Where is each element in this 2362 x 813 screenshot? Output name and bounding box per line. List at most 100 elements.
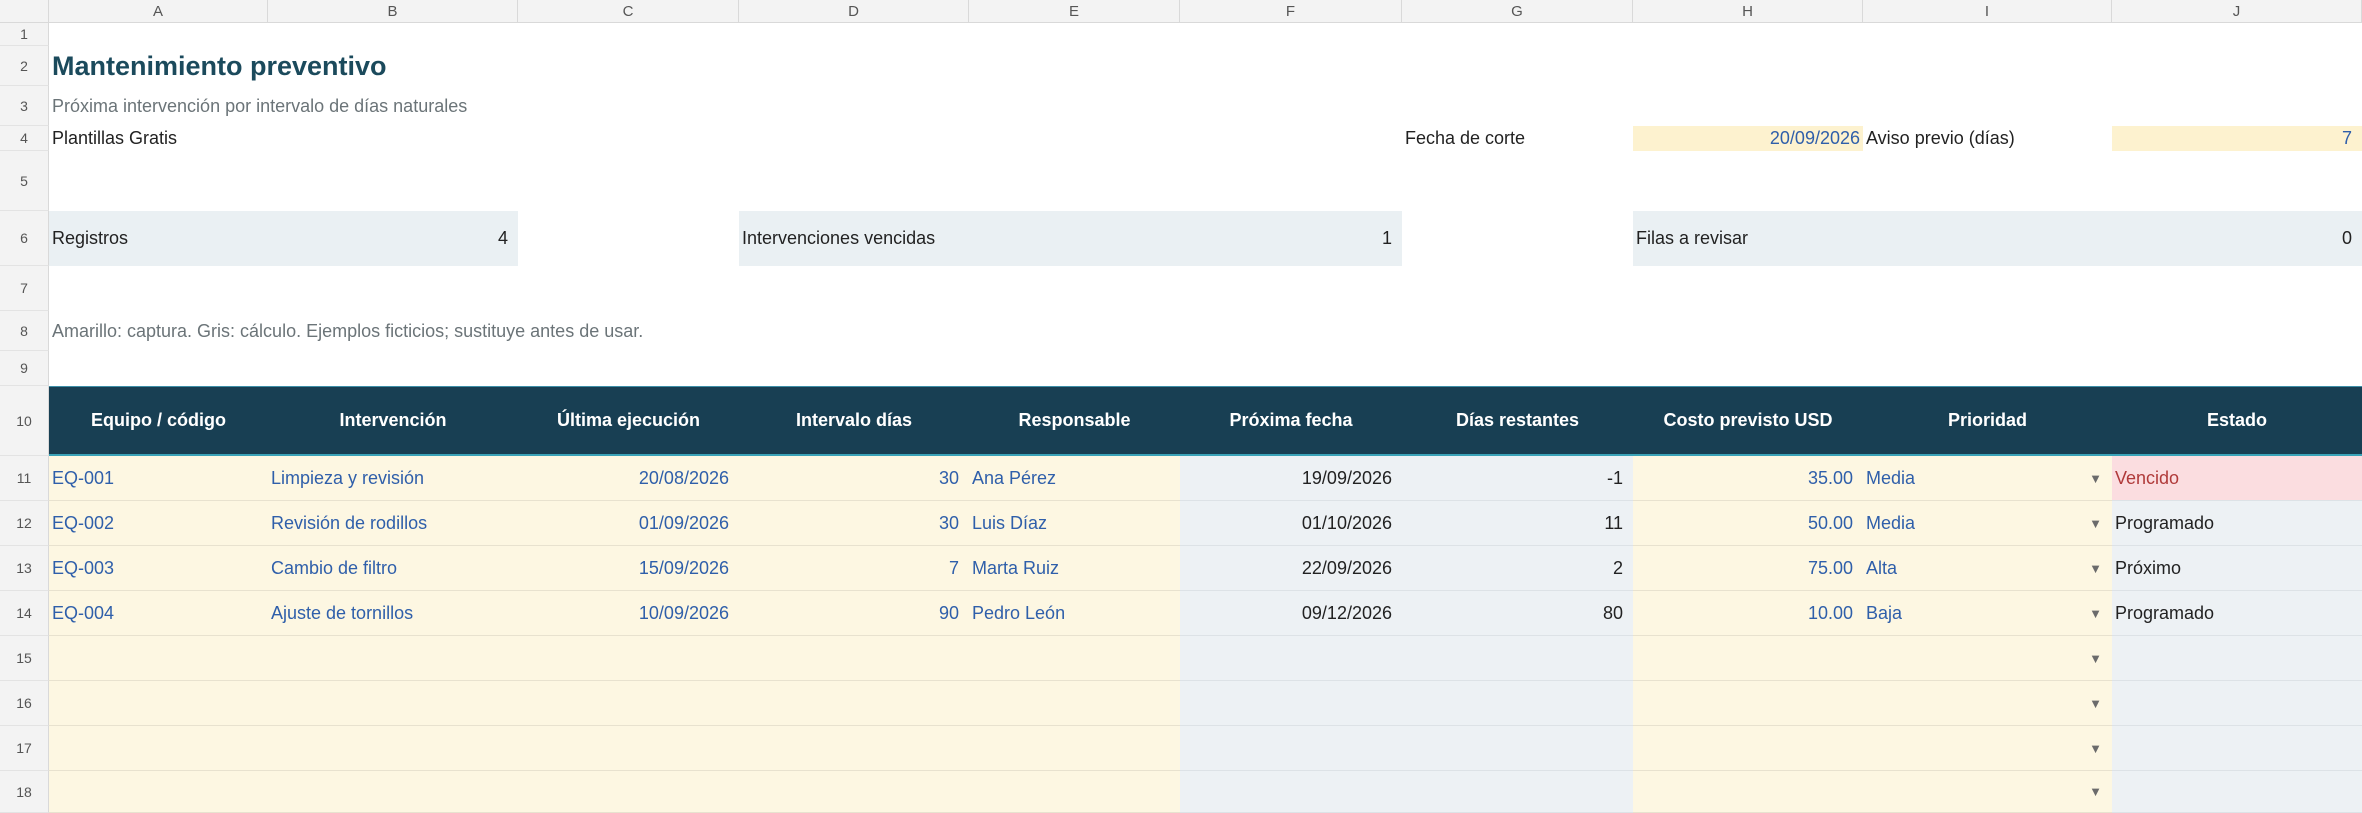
empty-cell-proxima[interactable] <box>1180 636 1402 681</box>
empty-cell-equipo[interactable] <box>49 726 268 771</box>
empty-cell-proxima[interactable] <box>1180 681 1402 726</box>
empty-cell-estado[interactable] <box>2112 726 2362 771</box>
row-header-3[interactable]: 3 <box>0 86 49 126</box>
column-header-i[interactable]: I <box>1863 0 2112 23</box>
column-header-a[interactable]: A <box>49 0 268 23</box>
cell-equipo[interactable]: EQ-002 <box>49 501 268 546</box>
row-header-12[interactable]: 12 <box>0 501 49 546</box>
empty-cell-ultima[interactable] <box>518 636 739 681</box>
row-header-5[interactable]: 5 <box>0 151 49 211</box>
row-header-6[interactable]: 6 <box>0 211 49 266</box>
empty-cell-estado[interactable] <box>2112 681 2362 726</box>
row-header-17[interactable]: 17 <box>0 726 49 771</box>
table-header-equipo[interactable]: Equipo / código <box>49 386 268 456</box>
dropdown-arrow-icon[interactable]: ▼ <box>2089 651 2102 666</box>
cell-proxima[interactable]: 09/12/2026 <box>1180 591 1402 636</box>
row-header-13[interactable]: 13 <box>0 546 49 591</box>
empty-cell-estado[interactable] <box>2112 636 2362 681</box>
empty-cell-equipo[interactable] <box>49 636 268 681</box>
row-header-4[interactable]: 4 <box>0 126 49 151</box>
cell-ultima[interactable]: 10/09/2026 <box>518 591 739 636</box>
table-header-responsable[interactable]: Responsable <box>969 386 1180 456</box>
cutoff-date-label[interactable]: Fecha de corte <box>1402 126 1633 151</box>
row-header-16[interactable]: 16 <box>0 681 49 726</box>
table-header-costo-previsto[interactable]: Costo previsto USD <box>1633 386 1863 456</box>
cell-equipo[interactable]: EQ-004 <box>49 591 268 636</box>
empty-cell-dias[interactable] <box>1402 726 1633 771</box>
column-header-g[interactable]: G <box>1402 0 1633 23</box>
empty-cell-costo[interactable] <box>1633 726 1863 771</box>
cell-proxima[interactable]: 01/10/2026 <box>1180 501 1402 546</box>
kpi-revisar-value[interactable]: 0 <box>2112 211 2362 266</box>
empty-cell-intervencion[interactable] <box>268 726 518 771</box>
dropdown-arrow-icon[interactable]: ▼ <box>2089 516 2102 531</box>
column-header-b[interactable]: B <box>268 0 518 23</box>
legend-note[interactable]: Amarillo: captura. Gris: cálculo. Ejempl… <box>49 311 1349 351</box>
cell-responsable[interactable]: Pedro León <box>969 591 1180 636</box>
empty-cell-dias[interactable] <box>1402 636 1633 681</box>
page-subtitle[interactable]: Próxima intervención por intervalo de dí… <box>49 86 1349 126</box>
empty-cell-costo[interactable] <box>1633 636 1863 681</box>
notice-days-input[interactable]: 7 <box>2112 126 2362 151</box>
dropdown-arrow-icon[interactable]: ▼ <box>2089 784 2102 799</box>
table-header-proxima-fecha[interactable]: Próxima fecha <box>1180 386 1402 456</box>
priority-select[interactable]: Alta ▼ <box>1863 546 2112 591</box>
empty-cell-intervalo[interactable] <box>739 726 969 771</box>
empty-cell-responsable[interactable] <box>969 726 1180 771</box>
cell-proxima[interactable]: 22/09/2026 <box>1180 546 1402 591</box>
empty-cell-equipo[interactable] <box>49 771 268 813</box>
cell-intervalo[interactable]: 30 <box>739 456 969 501</box>
cell-intervencion[interactable]: Ajuste de tornillos <box>268 591 518 636</box>
empty-cell-ultima[interactable] <box>518 681 739 726</box>
empty-cell-responsable[interactable] <box>969 636 1180 681</box>
cell-intervencion[interactable]: Cambio de filtro <box>268 546 518 591</box>
table-header-ultima-ejecucion[interactable]: Última ejecución <box>518 386 739 456</box>
cell-estado[interactable]: Programado <box>2112 591 2362 636</box>
row-header-1[interactable]: 1 <box>0 23 49 46</box>
dropdown-arrow-icon[interactable]: ▼ <box>2089 606 2102 621</box>
cell-estado[interactable]: Vencido <box>2112 456 2362 501</box>
cell-costo[interactable]: 50.00 <box>1633 501 1863 546</box>
cell-intervencion[interactable]: Limpieza y revisión <box>268 456 518 501</box>
cell-costo[interactable]: 10.00 <box>1633 591 1863 636</box>
cell-estado[interactable]: Programado <box>2112 501 2362 546</box>
empty-cell-ultima[interactable] <box>518 771 739 813</box>
empty-cell-intervencion[interactable] <box>268 681 518 726</box>
row-header-2[interactable]: 2 <box>0 46 49 86</box>
row-header-11[interactable]: 11 <box>0 456 49 501</box>
cell-intervalo[interactable]: 30 <box>739 501 969 546</box>
empty-cell-intervalo[interactable] <box>739 636 969 681</box>
dropdown-arrow-icon[interactable]: ▼ <box>2089 561 2102 576</box>
cell-costo[interactable]: 35.00 <box>1633 456 1863 501</box>
cell-intervalo[interactable]: 7 <box>739 546 969 591</box>
column-header-d[interactable]: D <box>739 0 969 23</box>
cell-intervalo[interactable]: 90 <box>739 591 969 636</box>
dropdown-arrow-icon[interactable]: ▼ <box>2089 741 2102 756</box>
empty-cell-intervalo[interactable] <box>739 681 969 726</box>
priority-select[interactable]: Media ▼ <box>1863 456 2112 501</box>
row-header-14[interactable]: 14 <box>0 591 49 636</box>
cell-responsable[interactable]: Luis Díaz <box>969 501 1180 546</box>
kpi-registros-value[interactable]: 4 <box>268 211 518 266</box>
select-all-corner[interactable] <box>0 0 49 23</box>
cell-responsable[interactable]: Marta Ruiz <box>969 546 1180 591</box>
empty-cell-estado[interactable] <box>2112 771 2362 813</box>
page-title[interactable]: Mantenimiento preventivo <box>49 46 1349 86</box>
notice-days-label[interactable]: Aviso previo (días) <box>1863 126 2112 151</box>
row-header-8[interactable]: 8 <box>0 311 49 351</box>
row-header-15[interactable]: 15 <box>0 636 49 681</box>
row-header-10[interactable]: 10 <box>0 386 49 456</box>
cell-dias[interactable]: -1 <box>1402 456 1633 501</box>
brand-label[interactable]: Plantillas Gratis <box>49 126 649 151</box>
cell-equipo[interactable]: EQ-003 <box>49 546 268 591</box>
dropdown-arrow-icon[interactable]: ▼ <box>2089 471 2102 486</box>
cell-equipo[interactable]: EQ-001 <box>49 456 268 501</box>
priority-select[interactable]: ▼ <box>1863 636 2112 681</box>
empty-cell-equipo[interactable] <box>49 681 268 726</box>
empty-cell-intervalo[interactable] <box>739 771 969 813</box>
column-header-j[interactable]: J <box>2112 0 2362 23</box>
empty-cell-responsable[interactable] <box>969 681 1180 726</box>
column-header-c[interactable]: C <box>518 0 739 23</box>
empty-cell-dias[interactable] <box>1402 681 1633 726</box>
empty-cell-proxima[interactable] <box>1180 726 1402 771</box>
